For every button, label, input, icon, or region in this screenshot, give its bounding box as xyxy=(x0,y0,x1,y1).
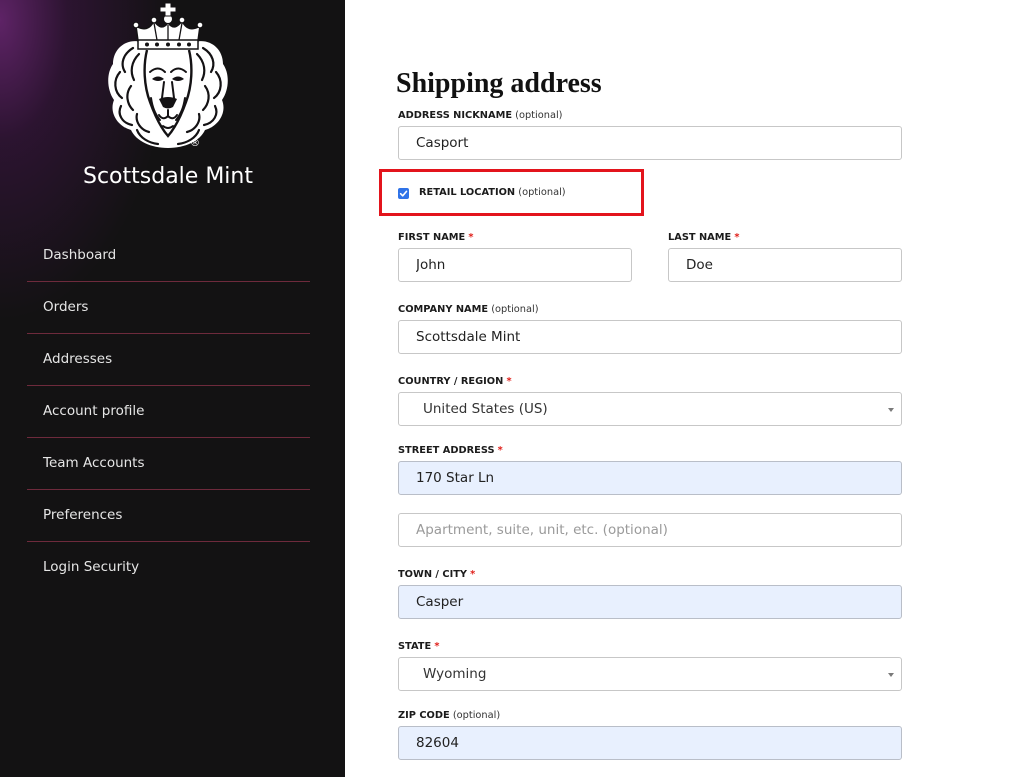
zip-code-label: ZIP CODE (optional) xyxy=(398,710,500,722)
crown-shape xyxy=(132,14,204,50)
company-name-field: COMPANY NAME (optional) xyxy=(398,304,902,354)
street-address-2-input[interactable] xyxy=(398,513,902,547)
street-address-2-field xyxy=(398,513,902,547)
last-name-field: LAST NAME * xyxy=(668,232,902,282)
company-name-label-text: COMPANY NAME xyxy=(398,304,489,315)
country-region-value: United States (US) xyxy=(423,401,548,417)
checkmark-icon xyxy=(399,190,408,197)
chevron-down-icon xyxy=(888,408,894,412)
street-address-label-text: STREET ADDRESS xyxy=(398,445,495,456)
optional-note: (optional) xyxy=(491,304,539,315)
required-asterisk: * xyxy=(506,376,512,387)
chevron-down-icon xyxy=(888,673,894,677)
nav-item-account-profile[interactable]: Account profile xyxy=(27,386,310,438)
last-name-label-text: LAST NAME xyxy=(668,232,732,243)
country-region-label: COUNTRY / REGION * xyxy=(398,376,512,388)
zip-code-field: ZIP CODE (optional) xyxy=(398,710,902,760)
country-region-select[interactable]: United States (US) xyxy=(398,392,902,426)
address-nickname-label-text: ADDRESS NICKNAME xyxy=(398,110,513,121)
nav-item-login-security[interactable]: Login Security xyxy=(27,542,310,594)
optional-note: (optional) xyxy=(452,710,501,721)
first-name-input[interactable] xyxy=(398,248,632,282)
town-city-label-text: TOWN / CITY xyxy=(398,569,468,580)
address-nickname-field: ADDRESS NICKNAME (optional) xyxy=(398,110,902,160)
first-name-label: FIRST NAME * xyxy=(398,232,474,244)
first-name-field: FIRST NAME * xyxy=(398,232,632,282)
state-field: STATE * Wyoming xyxy=(398,641,902,691)
town-city-label: TOWN / CITY * xyxy=(398,569,475,581)
optional-note: (optional) xyxy=(515,110,563,121)
state-value: Wyoming xyxy=(423,666,487,682)
zip-code-input[interactable] xyxy=(398,726,902,760)
registered-mark: ® xyxy=(190,138,200,149)
sidebar: ® Scottsdale Mint Dashboard Orders Addre… xyxy=(0,0,345,777)
town-city-field: TOWN / CITY * xyxy=(398,569,902,619)
last-name-input[interactable] xyxy=(668,248,902,282)
state-select[interactable]: Wyoming xyxy=(398,657,902,691)
account-nav: Dashboard Orders Addresses Account profi… xyxy=(27,230,310,594)
crowned-lion-icon: ® xyxy=(108,2,228,149)
first-name-label-text: FIRST NAME xyxy=(398,232,466,243)
street-address-label: STREET ADDRESS * xyxy=(398,445,503,457)
required-asterisk: * xyxy=(734,232,740,243)
required-asterisk: * xyxy=(468,232,474,243)
retail-location-field: RETAIL LOCATION (optional) xyxy=(398,187,638,201)
nav-item-orders[interactable]: Orders xyxy=(27,282,310,334)
address-nickname-input[interactable] xyxy=(398,126,902,160)
company-name-input[interactable] xyxy=(398,320,902,354)
page-title: Shipping address xyxy=(396,68,602,99)
town-city-input[interactable] xyxy=(398,585,902,619)
main-content: Shipping address ADDRESS NICKNAME (optio… xyxy=(345,0,1024,777)
company-name-label: COMPANY NAME (optional) xyxy=(398,304,539,316)
retail-location-checkbox[interactable] xyxy=(398,188,409,199)
nav-item-preferences[interactable]: Preferences xyxy=(27,490,310,542)
optional-note: (optional) xyxy=(518,187,566,198)
brand-name: Scottsdale Mint xyxy=(83,164,253,189)
nav-item-dashboard[interactable]: Dashboard xyxy=(27,230,310,282)
nav-item-addresses[interactable]: Addresses xyxy=(27,334,310,386)
country-region-field: COUNTRY / REGION * United States (US) xyxy=(398,376,902,426)
state-label-text: STATE xyxy=(398,641,432,652)
address-nickname-label: ADDRESS NICKNAME (optional) xyxy=(398,110,563,122)
nav-item-team-accounts[interactable]: Team Accounts xyxy=(27,438,310,490)
retail-location-label-text: RETAIL LOCATION xyxy=(419,187,516,198)
last-name-label: LAST NAME * xyxy=(668,232,739,244)
required-asterisk: * xyxy=(470,569,476,580)
street-address-input[interactable] xyxy=(398,461,902,495)
retail-location-label[interactable]: RETAIL LOCATION (optional) xyxy=(419,187,566,199)
street-address-field: STREET ADDRESS * xyxy=(398,445,902,495)
country-region-label-text: COUNTRY / REGION xyxy=(398,376,504,387)
required-asterisk: * xyxy=(497,445,503,456)
state-label: STATE * xyxy=(398,641,439,653)
required-asterisk: * xyxy=(434,641,440,652)
brand-logo[interactable]: ® xyxy=(103,2,233,150)
zip-code-label-text: ZIP CODE xyxy=(398,710,450,721)
cross-shape xyxy=(159,2,177,17)
